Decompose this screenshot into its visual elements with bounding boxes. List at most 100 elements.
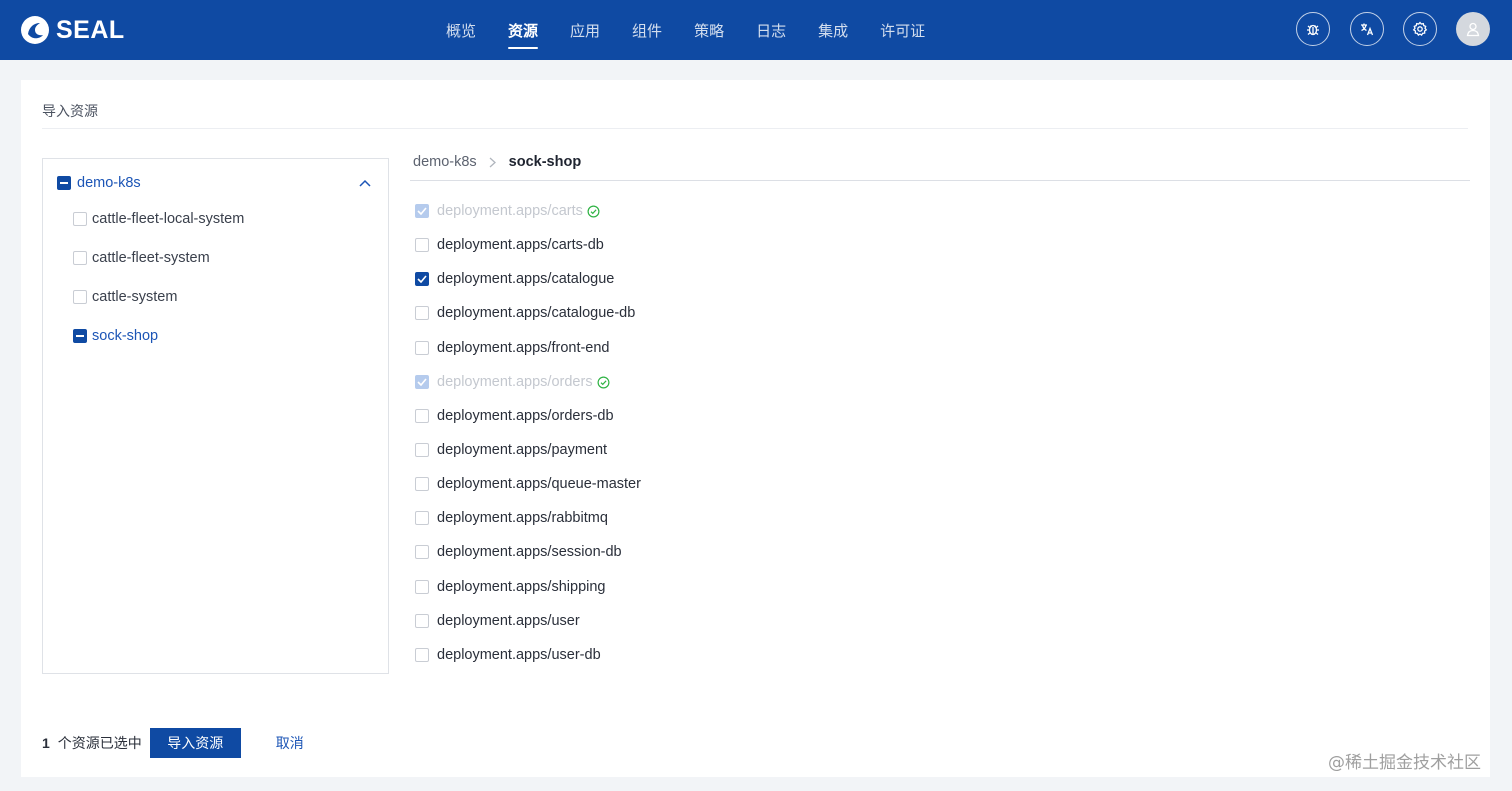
resource-item[interactable]: deployment.apps/session-db [415, 542, 622, 562]
resource-item[interactable]: deployment.apps/carts-db [415, 235, 604, 255]
tree-collapse-button[interactable] [356, 174, 374, 192]
selected-text: 个资源已选中 [57, 736, 142, 752]
nav-item-license[interactable]: 许可证 [864, 0, 941, 60]
nav-label: 许可证 [880, 21, 926, 40]
nav-label: 概览 [446, 21, 477, 40]
page-title: 导入资源 [42, 104, 98, 120]
resource-label: deployment.apps/catalogue [437, 271, 615, 287]
nav-item-integrations[interactable]: 集成 [802, 0, 864, 60]
nav-item-applications[interactable]: 应用 [554, 0, 616, 60]
resource-checkbox[interactable] [415, 238, 429, 252]
breadcrumb: demo-k8s sock-shop [413, 152, 581, 172]
resource-item[interactable]: deployment.apps/orders-db [415, 406, 614, 426]
translate-icon [1361, 23, 1374, 36]
chevron-right-icon [487, 156, 499, 168]
resource-label: deployment.apps/catalogue-db [437, 305, 636, 321]
tree-root-checkbox[interactable] [57, 176, 71, 190]
resource-item[interactable]: deployment.apps/queue-master [415, 474, 641, 494]
resource-label: deployment.apps/shipping [437, 579, 606, 595]
resource-item[interactable]: deployment.apps/payment [415, 440, 607, 460]
resource-label: deployment.apps/orders [437, 374, 593, 390]
resource-checkbox [415, 375, 429, 389]
tree-item-checkbox[interactable] [73, 251, 87, 265]
bug-report-button[interactable] [1296, 12, 1330, 46]
resource-checkbox[interactable] [415, 545, 429, 559]
nav-label: 日志 [756, 21, 787, 40]
settings-icon [1412, 21, 1428, 37]
tree-item-checkbox[interactable] [73, 329, 87, 343]
brand-name: SEAL [56, 15, 125, 44]
resource-item[interactable]: deployment.apps/user [415, 611, 580, 631]
check-circle-icon [597, 376, 610, 388]
resource-item[interactable]: deployment.apps/user-db [415, 645, 601, 665]
nav-label: 策略 [694, 21, 725, 40]
footer-actions: 1 个资源已选中 导入资源 取消 [42, 728, 304, 758]
resource-item: deployment.apps/carts [415, 201, 600, 221]
tree-item-checkbox[interactable] [73, 212, 87, 226]
resource-label: deployment.apps/user-db [437, 647, 601, 663]
resource-checkbox[interactable] [415, 443, 429, 457]
tree-item-namespace[interactable]: cattle-system [73, 287, 177, 307]
tree-item-namespace[interactable]: cattle-fleet-system [73, 248, 210, 268]
tree-item-namespace-selected[interactable]: sock-shop [73, 326, 158, 346]
brand-logo[interactable]: SEAL [20, 13, 125, 47]
resource-label: deployment.apps/rabbitmq [437, 510, 608, 526]
resource-checkbox[interactable] [415, 477, 429, 491]
resource-label: deployment.apps/carts-db [437, 237, 604, 253]
check-circle-icon [587, 205, 600, 217]
resource-checkbox [415, 204, 429, 218]
nav-item-components[interactable]: 组件 [616, 0, 678, 60]
resource-label: deployment.apps/orders-db [437, 408, 614, 424]
tree-item-label: sock-shop [92, 328, 159, 344]
resource-checkbox[interactable] [415, 614, 429, 628]
resource-label: deployment.apps/session-db [437, 544, 622, 560]
resource-label: deployment.apps/front-end [437, 340, 610, 356]
language-button[interactable] [1350, 12, 1384, 46]
nav-item-logs[interactable]: 日志 [740, 0, 802, 60]
tree-item-checkbox[interactable] [73, 290, 87, 304]
tree-item-label: cattle-fleet-local-system [92, 211, 245, 227]
breadcrumb-divider [410, 180, 1470, 181]
resource-item[interactable]: deployment.apps/shipping [415, 577, 605, 597]
nav-item-resources[interactable]: 资源 [492, 0, 554, 60]
resource-label: deployment.apps/queue-master [437, 476, 641, 492]
resource-checkbox[interactable] [415, 580, 429, 594]
resource-label: deployment.apps/user [437, 613, 580, 629]
top-navbar: SEAL 概览 资源 应用 组件 策略 日志 集成 许可证 [0, 0, 1512, 60]
resource-item: deployment.apps/orders [415, 372, 610, 392]
tree-root-label: demo-k8s [77, 175, 141, 191]
cancel-button[interactable]: 取消 [276, 733, 304, 753]
namespace-tree: demo-k8s cattle-fleet-local-system cattl… [42, 158, 389, 674]
resource-checkbox[interactable] [415, 306, 429, 320]
chevron-up-icon [359, 179, 371, 187]
resource-checkbox[interactable] [415, 409, 429, 423]
resource-label: deployment.apps/carts [437, 203, 583, 219]
resource-label: deployment.apps/payment [437, 442, 608, 458]
nav-item-overview[interactable]: 概览 [430, 0, 492, 60]
bug-icon [1307, 24, 1319, 36]
resource-checkbox[interactable] [415, 511, 429, 525]
nav-item-policies[interactable]: 策略 [678, 0, 740, 60]
selected-count: 1 [42, 735, 50, 751]
tree-item-label: cattle-fleet-system [92, 250, 210, 266]
breadcrumb-current: sock-shop [508, 154, 582, 170]
import-button[interactable]: 导入资源 [149, 728, 241, 758]
tree-root-cluster[interactable]: demo-k8s [57, 173, 141, 193]
main-nav: 概览 资源 应用 组件 策略 日志 集成 许可证 [430, 0, 941, 60]
seal-logo-icon [21, 16, 49, 44]
resource-item[interactable]: deployment.apps/catalogue-db [415, 303, 635, 323]
watermark: @稀土掘金技术社区 [1328, 753, 1481, 773]
tree-item-namespace[interactable]: cattle-fleet-local-system [73, 209, 244, 229]
resource-item[interactable]: deployment.apps/rabbitmq [415, 508, 608, 528]
title-divider [42, 128, 1468, 129]
resource-item[interactable]: deployment.apps/front-end [415, 338, 610, 358]
resource-checkbox[interactable] [415, 341, 429, 355]
resource-item[interactable]: deployment.apps/catalogue [415, 269, 614, 289]
user-avatar[interactable] [1456, 12, 1490, 46]
nav-label: 组件 [632, 21, 663, 40]
settings-button[interactable] [1403, 12, 1437, 46]
tree-item-label: cattle-system [92, 289, 178, 305]
breadcrumb-parent[interactable]: demo-k8s [413, 154, 477, 170]
resource-checkbox[interactable] [415, 272, 429, 286]
resource-checkbox[interactable] [415, 648, 429, 662]
